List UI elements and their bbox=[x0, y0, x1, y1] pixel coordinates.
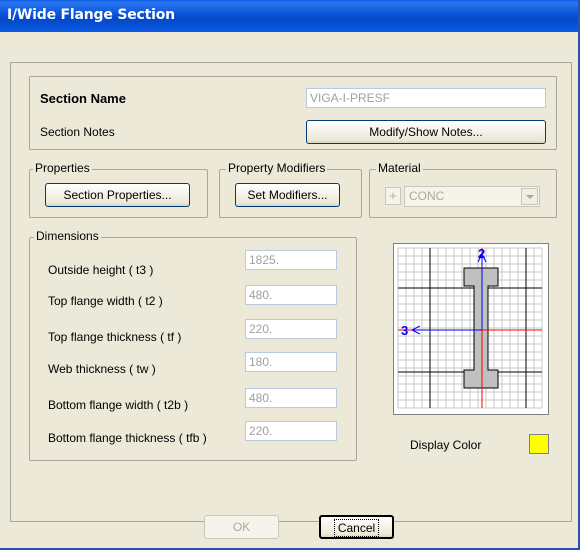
material-select[interactable]: CONC bbox=[404, 186, 540, 207]
set-modifiers-button-label: Set Modifiers... bbox=[247, 188, 328, 202]
section-preview: 2 3 bbox=[393, 243, 549, 415]
section-name-label: Section Name bbox=[40, 91, 126, 106]
dimension-field-tf[interactable]: 220. bbox=[245, 319, 337, 339]
window-title: I/Wide Flange Section bbox=[7, 7, 175, 23]
section-preview-drawing: 2 3 bbox=[397, 246, 543, 409]
dimension-label-t3: Outside height ( t3 ) bbox=[48, 263, 154, 277]
add-material-icon[interactable]: + bbox=[385, 187, 401, 205]
material-selected-value: CONC bbox=[409, 189, 445, 203]
set-modifiers-button[interactable]: Set Modifiers... bbox=[235, 183, 340, 207]
dimension-label-t2b: Bottom flange width ( t2b ) bbox=[48, 398, 189, 412]
cancel-button-label: Cancel bbox=[333, 519, 380, 537]
ok-button-label: OK bbox=[232, 520, 251, 534]
dimension-label-t2: Top flange width ( t2 ) bbox=[48, 294, 163, 308]
property-modifiers-legend: Property Modifiers bbox=[226, 161, 328, 175]
dimensions-legend: Dimensions bbox=[34, 229, 101, 243]
axis-2-label: 2 bbox=[478, 246, 485, 261]
dimension-field-t2[interactable]: 480. bbox=[245, 285, 337, 305]
dimension-field-tfb[interactable]: 220. bbox=[245, 421, 337, 441]
dimension-field-t3[interactable]: 1825. bbox=[245, 250, 337, 270]
display-color-label: Display Color bbox=[410, 438, 482, 452]
modify-notes-button-label: Modify/Show Notes... bbox=[369, 125, 483, 139]
axis-3-label: 3 bbox=[401, 323, 408, 338]
properties-legend: Properties bbox=[33, 161, 92, 175]
dimension-label-tf: Top flange thickness ( tf ) bbox=[48, 330, 182, 344]
title-bar[interactable]: I/Wide Flange Section bbox=[0, 0, 578, 32]
ok-button[interactable]: OK bbox=[204, 515, 279, 539]
title-strip bbox=[0, 32, 578, 38]
dimension-label-tw: Web thickness ( tw ) bbox=[48, 362, 156, 376]
chevron-down-icon[interactable] bbox=[521, 188, 538, 205]
section-name-field[interactable]: VIGA-I-PRESF bbox=[306, 88, 546, 108]
section-properties-button-label: Section Properties... bbox=[63, 188, 172, 202]
cancel-button[interactable]: Cancel bbox=[319, 515, 394, 539]
section-notes-label: Section Notes bbox=[40, 125, 115, 139]
dimension-label-tfb: Bottom flange thickness ( tfb ) bbox=[48, 431, 207, 445]
display-color-swatch[interactable] bbox=[529, 434, 549, 454]
material-legend: Material bbox=[376, 161, 423, 175]
dimension-field-tw[interactable]: 180. bbox=[245, 352, 337, 372]
dialog-window: I/Wide Flange Section Section Name VIGA-… bbox=[0, 0, 580, 550]
section-properties-button[interactable]: Section Properties... bbox=[45, 183, 190, 207]
dimension-field-t2b[interactable]: 480. bbox=[245, 388, 337, 408]
modify-notes-button[interactable]: Modify/Show Notes... bbox=[306, 120, 546, 144]
